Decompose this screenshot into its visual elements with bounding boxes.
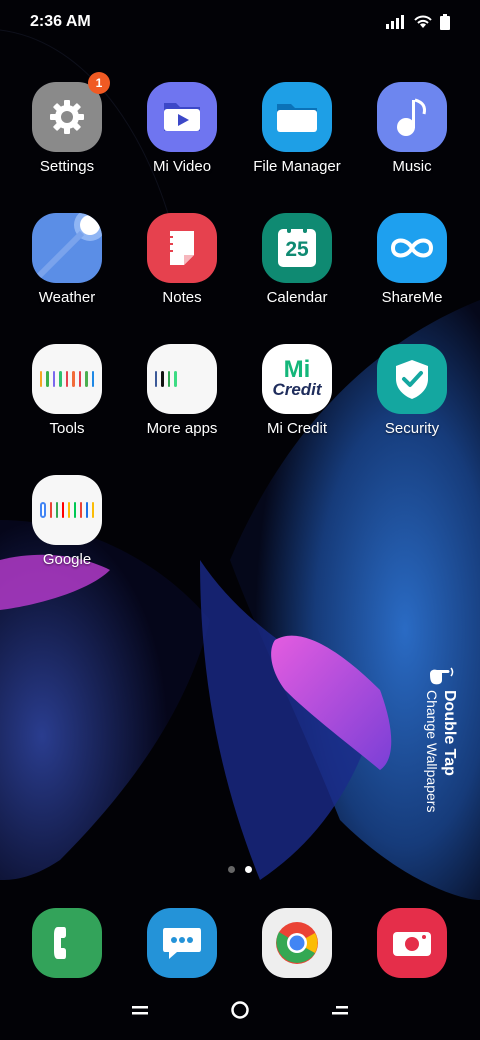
app-label: Music (392, 158, 432, 175)
app-music[interactable]: Music (352, 82, 472, 175)
folder-icon (262, 82, 332, 152)
folder-tools-icon (32, 344, 102, 414)
app-security[interactable]: Security (352, 344, 472, 437)
message-icon (147, 908, 217, 978)
status-time: 2:36 AM (30, 13, 91, 30)
app-label: Google (42, 551, 92, 568)
app-file-manager[interactable]: File Manager (237, 82, 357, 175)
hint-title: Double Tap (441, 690, 458, 776)
back-button[interactable] (332, 1000, 348, 1025)
infinity-icon (377, 213, 447, 283)
app-label: Weather (38, 289, 96, 306)
dock-camera[interactable] (352, 908, 472, 978)
notes-icon (147, 213, 217, 283)
notification-badge: 1 (88, 72, 110, 94)
app-calendar[interactable]: 25 Calendar (237, 213, 357, 306)
camera-icon (377, 908, 447, 978)
app-weather[interactable]: Weather (7, 213, 127, 306)
app-label: File Manager (253, 158, 341, 175)
app-mi-video[interactable]: Mi Video (122, 82, 242, 175)
music-icon (377, 82, 447, 152)
app-label: More apps (146, 420, 218, 437)
tap-hand-icon (428, 666, 456, 691)
double-tap-text: Double Tap Change Wallpapers (424, 690, 458, 812)
home-button[interactable] (230, 1000, 250, 1025)
app-settings[interactable]: 1 Settings (7, 72, 127, 175)
page-dot-1[interactable] (228, 866, 235, 873)
menu-button[interactable] (132, 1000, 148, 1025)
weather-icon (32, 213, 102, 283)
hint-subtitle: Change Wallpapers (424, 690, 440, 813)
wifi-icon (414, 15, 432, 34)
chrome-icon (262, 908, 332, 978)
status-icons (386, 14, 450, 35)
calendar-date: 25 (285, 238, 309, 261)
battery-icon (440, 14, 450, 35)
app-more-apps[interactable]: More apps (122, 344, 242, 437)
app-label: Mi Credit (266, 420, 327, 437)
credit-logo-text: Credit (272, 380, 322, 399)
mi-logo-text: Mi (283, 356, 311, 383)
app-tools[interactable]: Tools (7, 344, 127, 437)
page-dot-2[interactable] (245, 866, 252, 873)
phone-icon (32, 908, 102, 978)
folder-google-icon (32, 475, 102, 545)
app-google[interactable]: Google (7, 475, 127, 568)
app-label: Settings (39, 158, 95, 175)
app-label: ShareMe (381, 289, 443, 306)
dock-messages[interactable] (122, 908, 242, 978)
dock-chrome[interactable] (237, 908, 357, 978)
gear-icon: 1 (32, 72, 110, 152)
dock-phone[interactable] (7, 908, 127, 978)
app-notes[interactable]: Notes (122, 213, 242, 306)
shield-icon (377, 344, 447, 414)
app-label: Tools (49, 420, 85, 437)
app-label: Mi Video (152, 158, 212, 175)
folder-apps-icon (147, 344, 217, 414)
app-label: Notes (162, 289, 202, 306)
page-indicator (0, 866, 480, 873)
app-shareme[interactable]: ShareMe (352, 213, 472, 306)
app-mi-credit[interactable]: Mi Credit Mi Credit (237, 344, 357, 437)
signal-icon (386, 15, 406, 34)
app-label: Calendar (266, 289, 328, 306)
status-bar: 2:36 AM (0, 0, 480, 44)
mi-credit-icon: Mi Credit (262, 344, 332, 414)
navigation-bar (0, 990, 480, 1034)
app-label: Security (384, 420, 440, 437)
video-icon (147, 82, 217, 152)
calendar-icon: 25 (262, 213, 332, 283)
